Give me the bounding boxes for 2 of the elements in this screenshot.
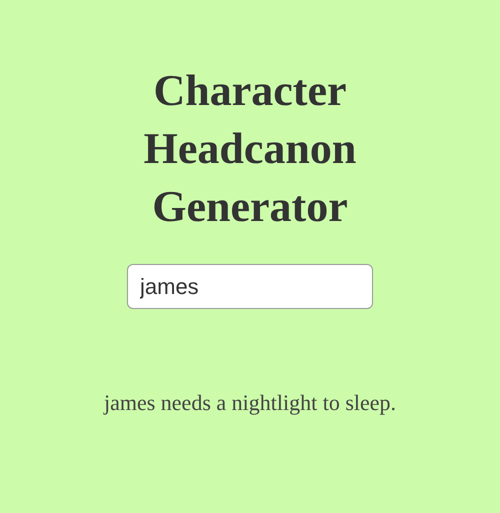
- headcanon-text: james needs a nightlight to sleep.: [102, 389, 398, 417]
- page-title: Character Headcanon Generator: [142, 65, 358, 233]
